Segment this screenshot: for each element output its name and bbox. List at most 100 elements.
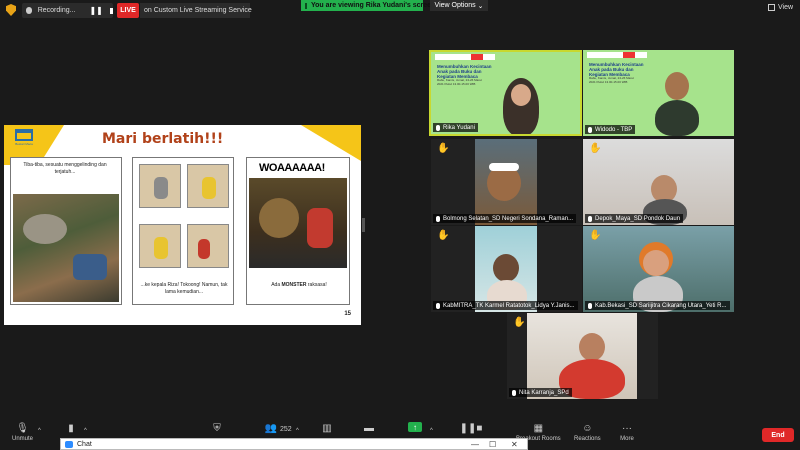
participant-video bbox=[493, 254, 519, 282]
slide-title: Mari berlatih!!! bbox=[102, 131, 224, 147]
comic-cell bbox=[139, 164, 181, 208]
stop-icon[interactable] bbox=[109, 7, 113, 14]
participant-nameplate: Widodo - TBP bbox=[585, 125, 636, 134]
participant-video bbox=[579, 333, 605, 361]
video-tile[interactable]: ✋ KabMITRA_TK Karmel Ratatotok_Lidya Y.J… bbox=[431, 226, 582, 312]
chevron-up-icon[interactable]: ^ bbox=[296, 428, 299, 434]
security-shield-icon[interactable] bbox=[6, 4, 16, 16]
reactions-button[interactable]: ☺ Reactions bbox=[574, 422, 601, 443]
video-off-icon: ▮ bbox=[68, 422, 74, 434]
shield-icon: ⛨ bbox=[213, 422, 221, 434]
logo-icon bbox=[15, 129, 33, 141]
story-panel-1: Tiba-tiba, sesuatu menggelinding dan ter… bbox=[10, 157, 122, 305]
raised-hand-icon: ✋ bbox=[589, 143, 602, 154]
unmute-button[interactable]: 🎙 Unmute bbox=[12, 422, 34, 443]
story-panel-2: ...ke kepala Riza! Tokoong! Namun, tak l… bbox=[132, 157, 234, 305]
view-options-button[interactable]: View Options ⌄ bbox=[430, 0, 488, 11]
raised-hand-icon: ✋ bbox=[513, 317, 526, 328]
comic-cell bbox=[139, 224, 181, 268]
story-panel-1-text: Tiba-tiba, sesuatu menggelinding dan ter… bbox=[23, 162, 107, 175]
share-screen-icon: ↑ bbox=[408, 422, 422, 432]
live-service-label[interactable]: on Custom Live Streaming Service bbox=[140, 3, 252, 18]
raised-hand-icon: ✋ bbox=[437, 143, 450, 154]
zoom-chat-icon bbox=[65, 441, 73, 448]
story-panel-3: WOAAAAAA! Ada MONSTER raksasa! bbox=[246, 157, 350, 305]
security-button[interactable]: ⛨ bbox=[210, 422, 224, 436]
chat-window-title: Chat bbox=[77, 441, 92, 448]
recording-indicator: Recording... ❚❚ bbox=[22, 3, 113, 18]
participant-nameplate: Kab.Bekasi_SD Sariijitra Cikarang Utara_… bbox=[585, 301, 730, 310]
video-tile[interactable]: Menumbuhkan Kecintaan Anak pada Buku dan… bbox=[429, 50, 582, 136]
reactions-icon: ☺ bbox=[582, 422, 593, 434]
virtual-background-title: Menumbuhkan Kecintaan Anak pada Buku dan… bbox=[589, 62, 644, 77]
shared-screen: Bestari Maca Mari berlatih!!! Tiba-tiba,… bbox=[4, 125, 361, 325]
polls-button[interactable]: ▥ bbox=[320, 422, 334, 436]
story-panel-2-text: ...ke kepala Riza! Tokoong! Namun, tak l… bbox=[140, 282, 228, 295]
story-panel-3-text: Ada MONSTER raksasa! bbox=[271, 282, 327, 288]
chevron-up-icon[interactable]: ^ bbox=[38, 428, 41, 434]
maximize-icon[interactable]: ☐ bbox=[489, 440, 496, 449]
mic-icon bbox=[436, 215, 440, 222]
share-screen-button[interactable]: ↑ bbox=[408, 422, 422, 432]
video-button[interactable]: ▮ bbox=[64, 422, 78, 436]
reactions-label: Reactions bbox=[574, 436, 601, 442]
close-icon[interactable]: ✕ bbox=[511, 440, 518, 449]
more-dots-icon: ··· bbox=[622, 422, 632, 434]
mic-icon bbox=[588, 215, 592, 222]
end-meeting-button[interactable]: End bbox=[762, 428, 794, 442]
more-button[interactable]: ··· More bbox=[620, 422, 634, 443]
minimize-icon[interactable]: — bbox=[471, 440, 479, 449]
participant-nameplate: Nita Karranja_SPd bbox=[509, 388, 572, 397]
video-tile[interactable]: ✋ Depok_Maya_SD Pondok Daun bbox=[583, 139, 734, 225]
video-tile[interactable]: ✋ Bolmong Selatan_SD Negeri Sondana_Rama… bbox=[431, 139, 582, 225]
recording-label: Recording... bbox=[37, 7, 76, 14]
share-indicator-icon bbox=[305, 2, 307, 9]
raised-hand-icon: ✋ bbox=[437, 230, 450, 241]
banner-logos bbox=[435, 54, 495, 60]
live-badge: LIVE bbox=[117, 3, 139, 18]
mic-icon bbox=[588, 126, 592, 133]
chat-button[interactable]: ▬ bbox=[362, 422, 376, 436]
view-label: View bbox=[778, 4, 794, 11]
participants-icon: 👥 bbox=[264, 422, 278, 434]
breakout-rooms-icon: ▦ bbox=[533, 422, 544, 434]
mic-icon bbox=[588, 302, 592, 309]
participant-nameplate: Bolmong Selatan_SD Negeri Sondana_Raman.… bbox=[433, 214, 577, 223]
resize-splitter-handle[interactable] bbox=[362, 218, 365, 232]
story-illustration bbox=[249, 178, 347, 268]
grid-icon bbox=[768, 4, 775, 11]
pause-icon[interactable]: ❚❚ bbox=[89, 6, 102, 15]
page-number: 15 bbox=[344, 311, 351, 317]
slide-logo: Bestari Maca bbox=[10, 129, 38, 149]
participant-nameplate: Depok_Maya_SD Pondok Daun bbox=[585, 214, 684, 223]
virtual-background-info: Rabu, Kamis, Jumat, 24-26 Maret 2021 Puk… bbox=[589, 76, 634, 84]
video-tile[interactable]: ✋ Nita Karranja_SPd bbox=[507, 313, 658, 399]
participant-nameplate: KabMITRA_TK Karmel Ratatotok_Lidya Y.Jan… bbox=[433, 301, 578, 310]
chevron-up-icon[interactable]: ^ bbox=[84, 428, 87, 434]
mic-muted-icon: 🎙 bbox=[16, 422, 29, 434]
virtual-background-title: Menumbuhkan Kecintaan Anak pada Buku dan… bbox=[437, 64, 492, 79]
view-button[interactable]: View bbox=[768, 4, 793, 11]
chat-window[interactable]: Chat — ☐ ✕ bbox=[60, 438, 528, 450]
raised-hand-icon: ✋ bbox=[589, 230, 602, 241]
participants-button[interactable]: 👥 252 bbox=[264, 422, 292, 436]
zoom-meeting-window: Recording... ❚❚ LIVE on Custom Live Stre… bbox=[0, 0, 800, 450]
viewing-screen-banner: You are viewing Rika Yudani's screen bbox=[301, 0, 435, 11]
comic-cell bbox=[187, 224, 229, 268]
video-tile[interactable]: ✋ Kab.Bekasi_SD Sariijitra Cikarang Utar… bbox=[583, 226, 734, 312]
viewing-screen-text: You are viewing Rika Yudani's screen bbox=[311, 2, 436, 9]
view-options-label: View Options bbox=[434, 2, 476, 9]
mic-icon bbox=[512, 389, 516, 396]
record-button[interactable]: ❚❚■ bbox=[460, 422, 483, 436]
participant-video bbox=[655, 100, 699, 136]
story-panel-3-heading: WOAAAAAA! bbox=[259, 162, 325, 174]
participant-nameplate: Rika Yudani bbox=[433, 123, 478, 132]
chevron-up-icon[interactable]: ^ bbox=[430, 428, 433, 434]
cloud-icon bbox=[26, 7, 32, 14]
video-tile[interactable]: Menumbuhkan Kecintaan Anak pada Buku dan… bbox=[583, 50, 734, 136]
banner-logos bbox=[587, 52, 647, 58]
mic-icon bbox=[436, 124, 440, 131]
bar-chart-icon: ▥ bbox=[322, 422, 332, 434]
unmute-label: Unmute bbox=[12, 436, 34, 442]
virtual-background-info: Rabu, Kamis, Jumat, 24-26 Maret 2021 Puk… bbox=[437, 78, 482, 86]
